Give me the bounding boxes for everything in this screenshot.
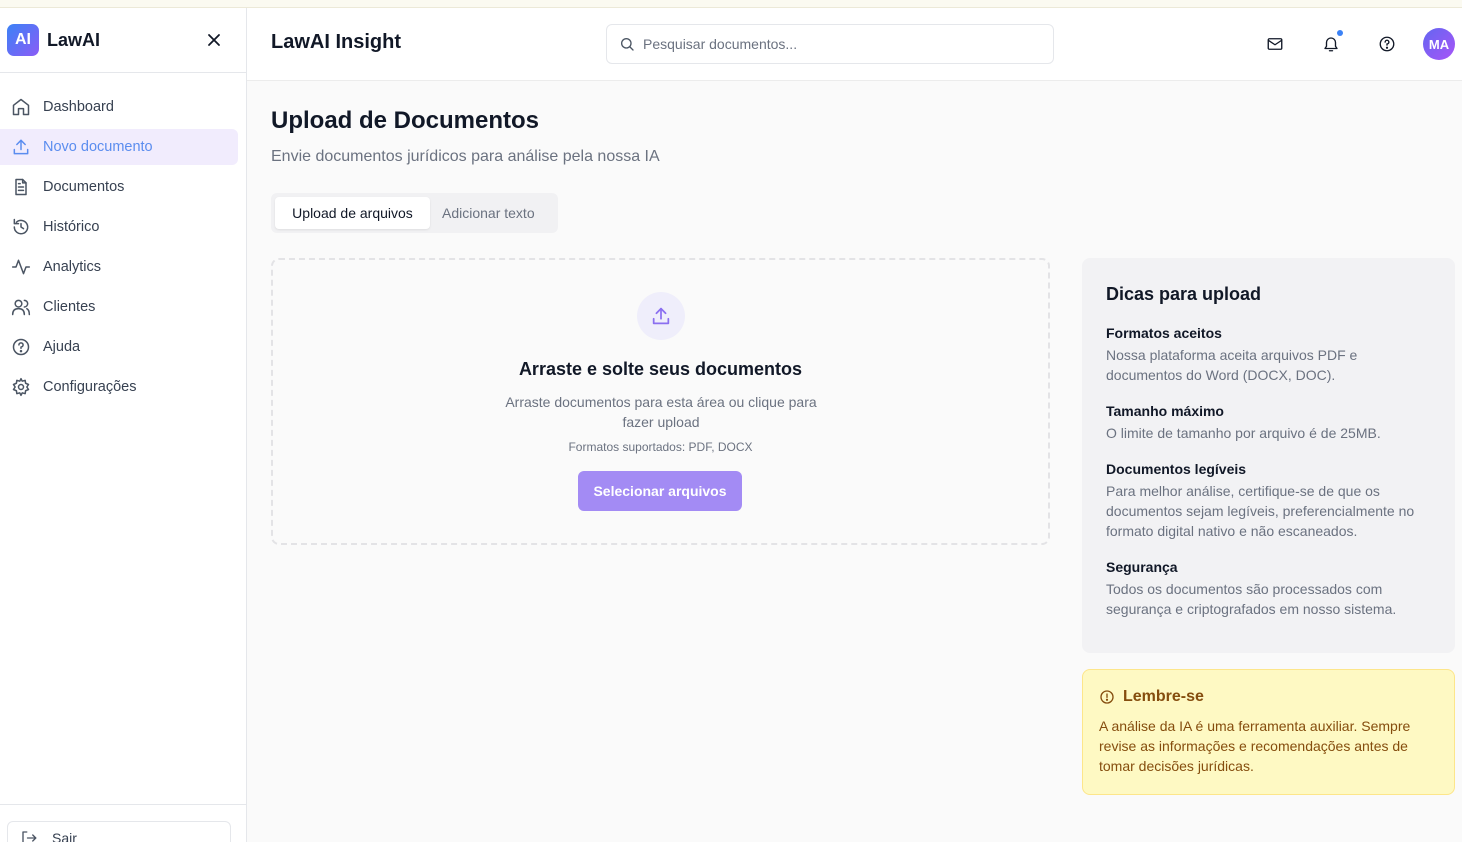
sidebar-item-clientes[interactable]: Clientes bbox=[0, 289, 238, 325]
tip-text: Para melhor análise, certifique-se de qu… bbox=[1106, 483, 1415, 539]
tips-title: Dicas para upload bbox=[1106, 284, 1262, 304]
page-subtitle: Envie documentos jurídicos para análise … bbox=[271, 148, 660, 165]
bell-icon bbox=[1324, 37, 1338, 52]
log-out-icon bbox=[22, 831, 37, 842]
brand-logo: AI bbox=[7, 24, 39, 56]
sidebar-item-label: Dashboard bbox=[43, 99, 114, 115]
search-icon bbox=[621, 38, 634, 51]
sidebar-item-label: Ajuda bbox=[43, 339, 81, 355]
close-sidebar-button[interactable] bbox=[204, 30, 224, 50]
settings-icon bbox=[11, 377, 31, 397]
upload-dropzone[interactable]: Arraste e solte seus documentos Arraste … bbox=[271, 258, 1050, 545]
tip-heading: Documentos legíveis bbox=[1106, 461, 1247, 477]
select-files-button[interactable]: Selecionar arquivos bbox=[578, 471, 742, 511]
sidebar-footer: Sair bbox=[0, 804, 246, 842]
sidebar-item-ajuda[interactable]: Ajuda bbox=[0, 329, 238, 365]
notifications-button[interactable] bbox=[1319, 30, 1343, 56]
dropzone-title: Arraste e solte seus documentos bbox=[518, 359, 803, 379]
logout-button[interactable]: Sair bbox=[7, 821, 231, 842]
sidebar-item-analytics[interactable]: Analytics bbox=[0, 249, 238, 285]
file-text-icon bbox=[11, 177, 31, 197]
supported-formats: Formatos suportados: PDF, DOCX bbox=[568, 440, 753, 454]
top-strip bbox=[0, 0, 1462, 8]
sidebar-item-label: Clientes bbox=[43, 299, 96, 315]
tab-adicionar-texto[interactable]: Adicionar texto bbox=[430, 197, 547, 229]
upload-tips-card: Dicas para upload Formatos aceitos Nossa… bbox=[1082, 258, 1455, 653]
tip-text: O limite de tamanho por arquivo é de 25M… bbox=[1106, 425, 1381, 441]
upload-icon bbox=[637, 292, 685, 340]
sidebar-item-dashboard[interactable]: Dashboard bbox=[0, 89, 238, 125]
brand-name: LawAI bbox=[47, 29, 101, 50]
users-icon bbox=[11, 297, 31, 317]
messages-button[interactable] bbox=[1263, 32, 1287, 56]
sidebar-item-label: Histórico bbox=[43, 219, 100, 235]
sidebar-item-novo-documento[interactable]: Novo documento bbox=[0, 129, 238, 165]
reminder-notice: Lembre-se A análise da IA é uma ferramen… bbox=[1082, 669, 1455, 795]
activity-icon bbox=[11, 257, 31, 277]
app-title: LawAI Insight bbox=[271, 31, 401, 53]
page-title: Upload de Documentos bbox=[271, 107, 540, 134]
top-header: LawAI Insight MA bbox=[247, 8, 1462, 81]
sidebar-item-label: Configurações bbox=[43, 379, 137, 395]
upload-tabs: Upload de arquivos Adicionar texto bbox=[271, 193, 558, 233]
help-button[interactable] bbox=[1375, 32, 1399, 56]
tip-heading: Tamanho máximo bbox=[1106, 403, 1224, 419]
sidebar: AI LawAI Dashboard Novo documento Docume… bbox=[0, 8, 247, 842]
notification-dot bbox=[1337, 30, 1343, 36]
tip-text: Nossa plataforma aceita arquivos PDF e d… bbox=[1106, 347, 1358, 383]
upload-icon bbox=[11, 137, 31, 157]
brand: AI LawAI bbox=[0, 8, 246, 73]
sidebar-item-configuracoes[interactable]: Configurações bbox=[0, 369, 238, 405]
history-icon bbox=[11, 217, 31, 237]
reminder-header: Lembre-se bbox=[1099, 688, 1438, 706]
search-box bbox=[606, 24, 1054, 64]
logout-label: Sair bbox=[52, 830, 77, 842]
tip-item: Formatos aceitos Nossa plataforma aceita… bbox=[1106, 325, 1431, 385]
reminder-title: Lembre-se bbox=[1123, 688, 1204, 705]
tip-item: Tamanho máximo O limite de tamanho por a… bbox=[1106, 403, 1431, 443]
dropzone-text: Arraste documentos para esta área ou cli… bbox=[505, 394, 817, 430]
mail-icon bbox=[1267, 38, 1283, 50]
help-circle-icon bbox=[1379, 36, 1395, 52]
tip-item: Documentos legíveis Para melhor análise,… bbox=[1106, 461, 1431, 541]
avatar[interactable]: MA bbox=[1423, 28, 1455, 60]
alert-circle-icon bbox=[1100, 690, 1114, 704]
sidebar-item-documentos[interactable]: Documentos bbox=[0, 169, 238, 205]
sidebar-nav: Dashboard Novo documento Documentos Hist… bbox=[0, 89, 246, 409]
sidebar-item-label: Documentos bbox=[43, 179, 125, 195]
tip-heading: Formatos aceitos bbox=[1106, 325, 1222, 341]
tip-text: Todos os documentos são processados com … bbox=[1106, 581, 1397, 617]
sidebar-item-label: Novo documento bbox=[43, 139, 153, 155]
close-icon bbox=[208, 34, 220, 46]
sidebar-item-historico[interactable]: Histórico bbox=[0, 209, 238, 245]
home-icon bbox=[11, 97, 31, 117]
tip-item: Segurança Todos os documentos são proces… bbox=[1106, 559, 1431, 619]
tip-heading: Segurança bbox=[1106, 559, 1178, 575]
sidebar-item-label: Analytics bbox=[43, 259, 102, 275]
reminder-text: A análise da IA é uma ferramenta auxilia… bbox=[1099, 718, 1411, 774]
search-input[interactable] bbox=[643, 36, 1043, 52]
tab-upload-arquivos[interactable]: Upload de arquivos bbox=[275, 197, 430, 229]
help-circle-icon bbox=[11, 337, 31, 357]
